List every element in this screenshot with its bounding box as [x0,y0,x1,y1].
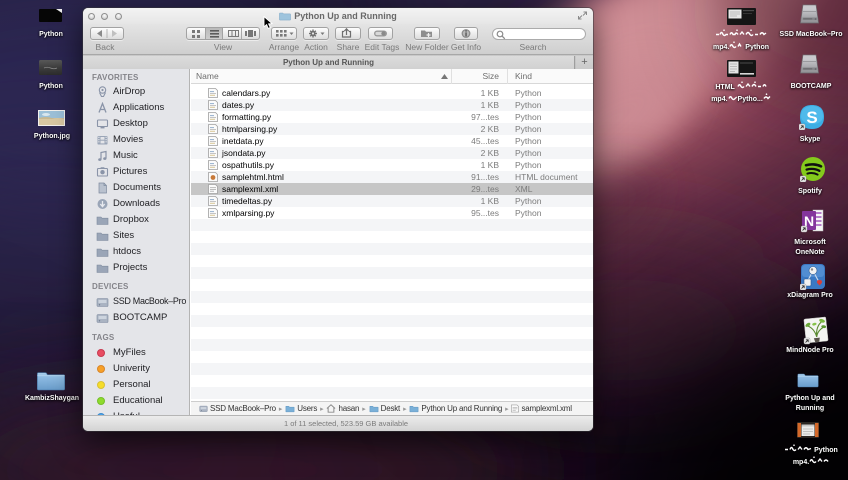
svg-text:S: S [806,108,817,127]
